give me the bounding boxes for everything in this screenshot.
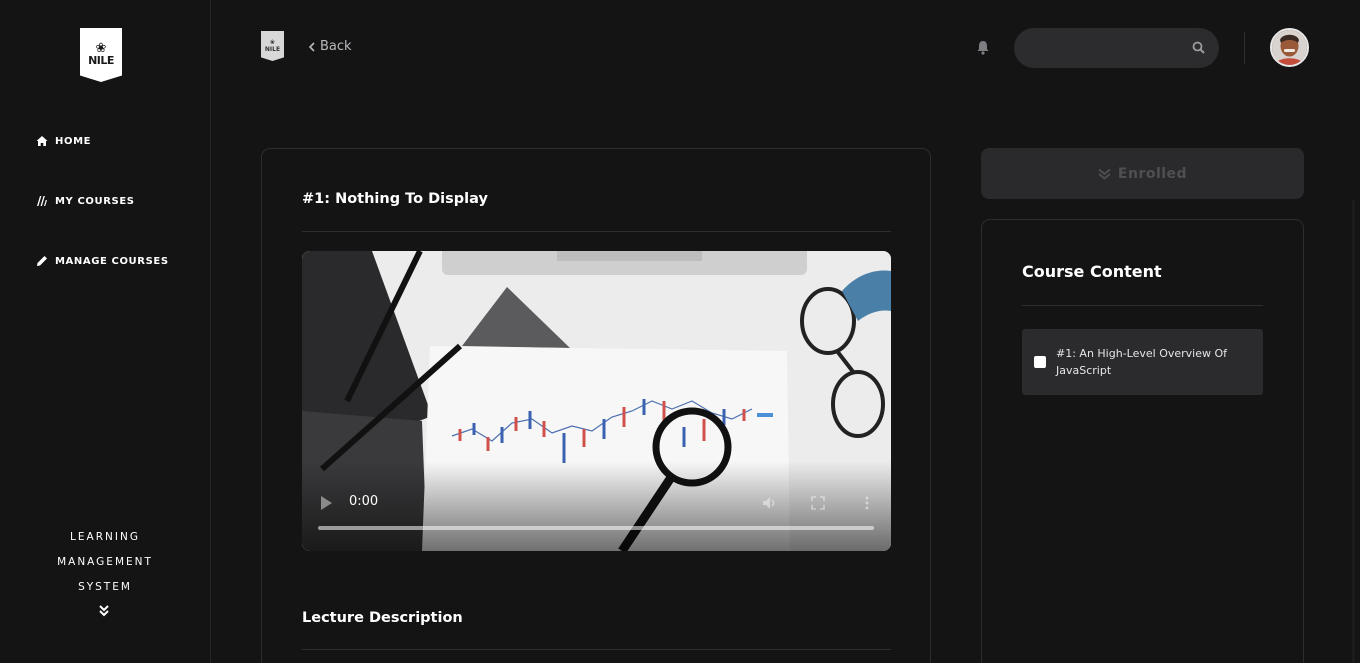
sidebar: ❀ NILE HOME MY COURSES MANAGE COURSES LE… — [0, 0, 211, 663]
fullscreen-icon[interactable] — [810, 495, 826, 511]
lms-line-2: MANAGEMENT — [57, 556, 153, 568]
back-label: Back — [320, 39, 352, 54]
double-chevron-down-icon[interactable] — [97, 604, 111, 618]
volume-icon[interactable] — [761, 495, 777, 511]
avatar-image — [1272, 30, 1307, 65]
course-content-item[interactable]: #1: An High-Level Overview Of JavaScript — [1022, 329, 1263, 395]
lecture-title: #1: Nothing To Display — [302, 191, 488, 207]
pencil-icon — [36, 255, 48, 267]
scrollbar[interactable] — [1352, 200, 1355, 663]
course-logo: ❀ NILE — [261, 31, 284, 61]
sidebar-item-home[interactable]: HOME — [36, 135, 91, 147]
lms-line-1: LEARNING — [70, 531, 140, 543]
header-divider — [1244, 32, 1245, 64]
search-icon[interactable] — [1192, 41, 1205, 54]
tree-icon: ❀ — [95, 40, 107, 56]
back-button[interactable]: Back — [308, 39, 352, 54]
books-icon — [36, 195, 48, 207]
course-content-item-label: #1: An High-Level Overview Of JavaScript — [1056, 347, 1228, 377]
logo-text: NILE — [88, 53, 114, 67]
lecture-description-heading: Lecture Description — [302, 610, 463, 626]
video-progress-bar[interactable] — [318, 526, 874, 530]
sidebar-item-label: MANAGE COURSES — [55, 255, 169, 267]
search-input[interactable] — [1014, 28, 1219, 68]
sidebar-item-manage-courses[interactable]: MANAGE COURSES — [36, 255, 169, 267]
divider — [1022, 305, 1263, 306]
double-check-icon — [1098, 168, 1111, 180]
sidebar-item-label: MY COURSES — [55, 195, 135, 207]
tree-icon: ❀ — [269, 39, 276, 46]
play-icon[interactable] — [319, 495, 333, 511]
app-root: ❀ NILE HOME MY COURSES MANAGE COURSES LE… — [0, 0, 1360, 663]
sidebar-item-my-courses[interactable]: MY COURSES — [36, 195, 135, 207]
lecture-card: #1: Nothing To Display 0:00 Lecture Desc… — [261, 148, 931, 663]
course-content-heading: Course Content — [1022, 262, 1162, 281]
course-content-card: Course Content #1: An High-Level Overvie… — [981, 219, 1304, 663]
user-avatar[interactable] — [1270, 28, 1309, 67]
video-controls — [302, 461, 891, 551]
video-time: 0:00 — [349, 494, 379, 509]
video-player[interactable]: 0:00 — [302, 251, 891, 551]
enrolled-button[interactable]: Enrolled — [981, 148, 1304, 199]
lms-line-3: SYSTEM — [78, 581, 132, 593]
bell-icon[interactable] — [976, 40, 990, 55]
small-logo-text: NILE — [264, 46, 281, 53]
chevron-left-icon — [308, 41, 315, 52]
sidebar-item-label: HOME — [55, 135, 92, 147]
divider — [302, 649, 891, 650]
nile-logo[interactable]: ❀ NILE — [80, 28, 122, 82]
home-icon — [36, 135, 48, 147]
lecture-checkbox[interactable] — [1034, 356, 1046, 368]
more-options-icon[interactable] — [859, 495, 875, 511]
divider — [302, 231, 891, 232]
enrolled-label: Enrolled — [1117, 165, 1188, 182]
